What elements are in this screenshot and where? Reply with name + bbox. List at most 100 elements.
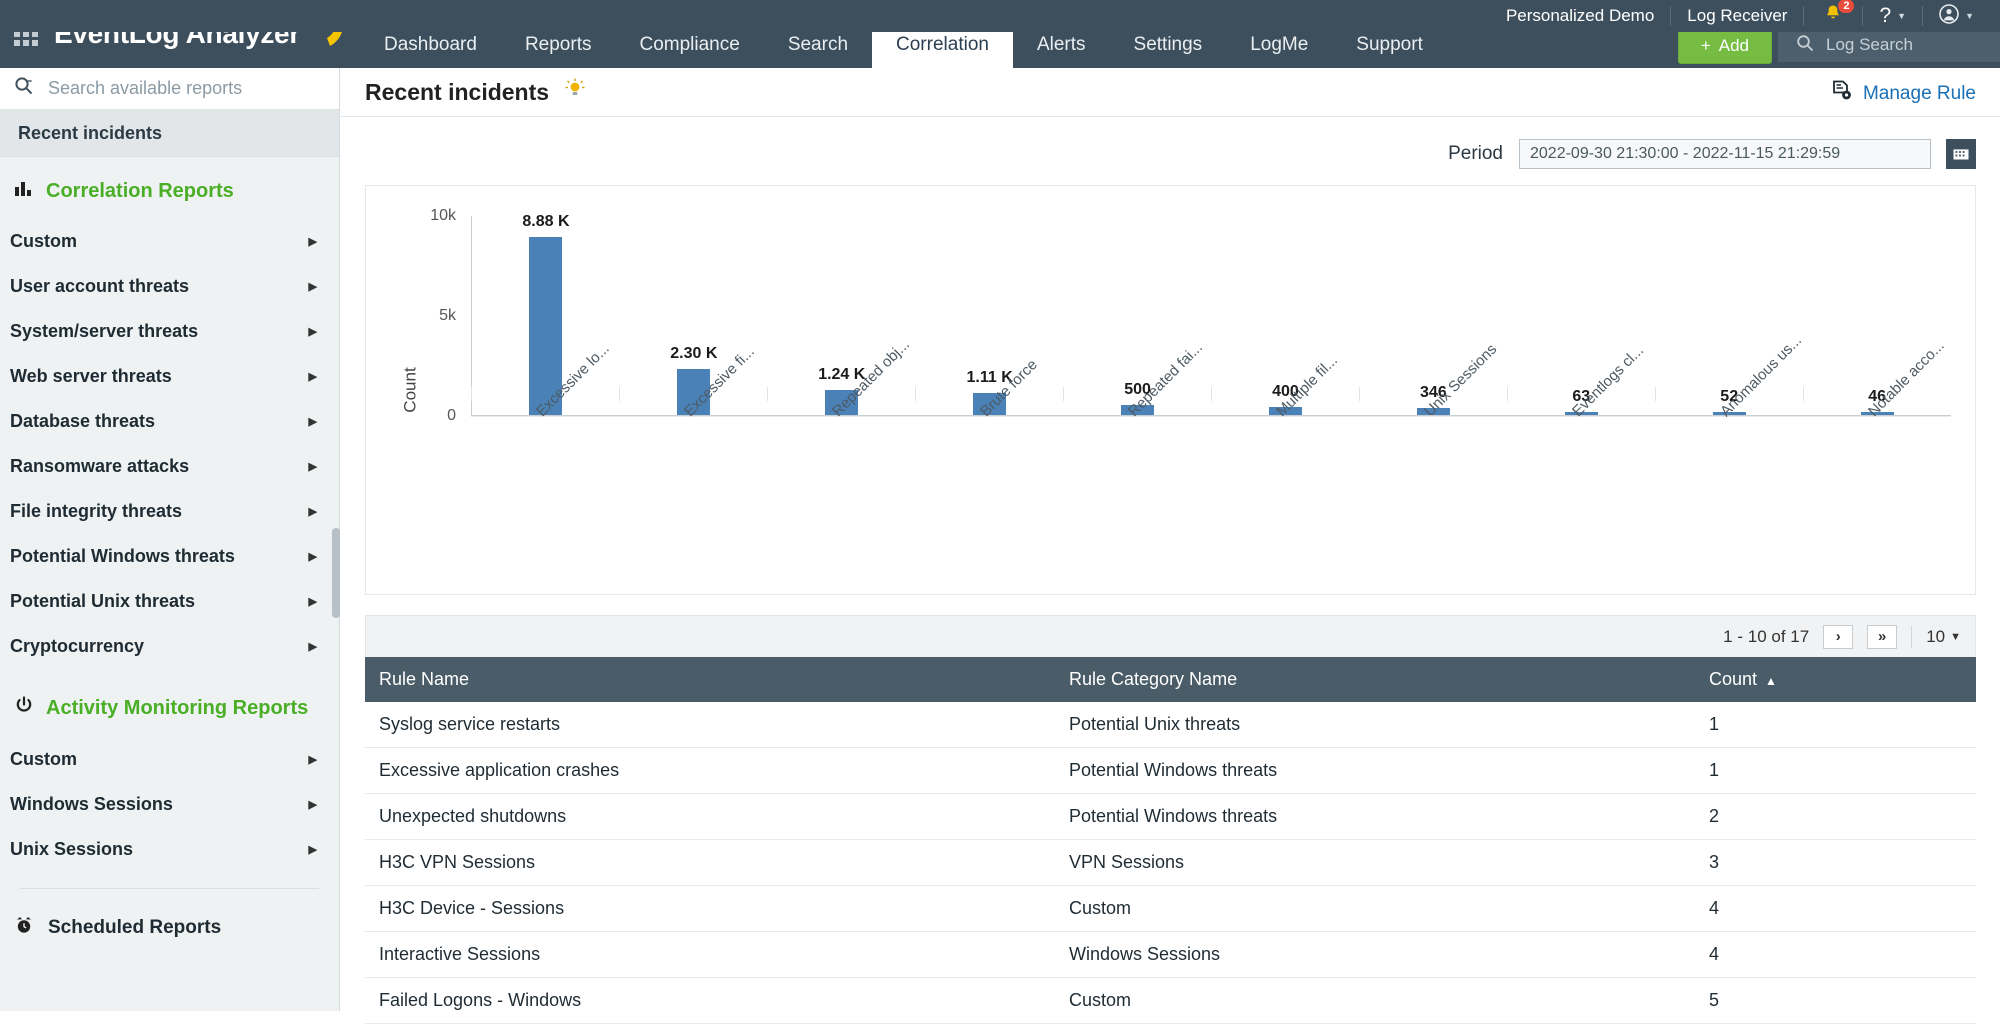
sidebar-item-recent-incidents[interactable]: Recent incidents (0, 110, 339, 157)
cell-rule-name: Unexpected shutdowns (365, 794, 1055, 840)
power-icon (14, 695, 34, 721)
table-toolbar: 1 - 10 of 17 › » 10 ▼ (365, 615, 1976, 657)
reports-search-input[interactable]: Search available reports (0, 68, 339, 110)
table-row[interactable]: Unexpected shutdownsPotential Windows th… (365, 794, 1976, 840)
table-row[interactable]: Excessive application crashesPotential W… (365, 748, 1976, 794)
manage-rule-label: Manage Rule (1863, 83, 1976, 105)
sidebar-item-unix-sessions[interactable]: Unix Sessions ▶ (0, 827, 339, 872)
sort-ascending-icon: ▲ (1765, 674, 1777, 688)
chevron-right-icon: ▶ (309, 753, 317, 766)
period-input[interactable]: 2022-09-30 21:30:00 - 2022-11-15 21:29:5… (1519, 139, 1931, 169)
chart-bar-column[interactable]: 2.30 K (620, 216, 768, 415)
chart-bar-column[interactable]: 8.88 K (472, 216, 620, 415)
help-menu[interactable]: ? ▼ (1863, 0, 1922, 32)
cell-rule-category: Windows Sessions (1055, 932, 1695, 978)
reports-search-placeholder: Search available reports (48, 78, 242, 99)
cell-rule-category: Custom (1055, 886, 1695, 932)
table-row[interactable]: H3C VPN SessionsVPN Sessions3 (365, 840, 1976, 886)
log-receiver-link[interactable]: Log Receiver (1671, 0, 1803, 32)
chart-tick-separator (1359, 387, 1360, 401)
lightbulb-icon[interactable] (565, 78, 585, 106)
sidebar-item-ransomware-attacks[interactable]: Ransomware attacks ▶ (0, 444, 339, 489)
column-header-rule-category-name[interactable]: Rule Category Name (1055, 657, 1695, 702)
sidebar-item-scheduled-reports[interactable]: Scheduled Reports (0, 889, 339, 941)
table-row[interactable]: Interactive SessionsWindows Sessions4 (365, 932, 1976, 978)
incidents-bar-chart: Count 10k 5k 0 8.88 K2.30 K1.24 K1.11 K5… (365, 185, 1976, 595)
sidebar-item-potential-windows-threats[interactable]: Potential Windows threats ▶ (0, 534, 339, 579)
cell-rule-name: Syslog service restarts (365, 702, 1055, 748)
plus-icon: + (1701, 36, 1711, 56)
log-search-input[interactable]: Log Search (1778, 28, 2000, 62)
chart-bar-column[interactable]: 52 (1655, 216, 1803, 415)
cell-rule-category: Potential Windows threats (1055, 748, 1695, 794)
correlation-reports-header: Correlation Reports (0, 157, 339, 219)
sidebar-item-file-integrity-threats[interactable]: File integrity threats ▶ (0, 489, 339, 534)
sidebar-item-custom[interactable]: Custom ▶ (0, 219, 339, 264)
chart-bar-column[interactable]: 1.24 K (768, 216, 916, 415)
table-row[interactable]: Failed Logons - WindowsCustom5 (365, 978, 1976, 1024)
chart-bar-value-label: 2.30 K (670, 345, 717, 363)
chart-bar-column[interactable]: 1.11 K (916, 216, 1064, 415)
manage-rule-icon (1831, 80, 1853, 108)
sidebar-item-database-threats[interactable]: Database threats ▶ (0, 399, 339, 444)
table-header-row: Rule Name Rule Category Name Count▲ (365, 657, 1976, 702)
sidebar-item-label: User account threats (10, 276, 189, 297)
sidebar-item-user-account-threats[interactable]: User account threats ▶ (0, 264, 339, 309)
cell-rule-category: Custom (1055, 978, 1695, 1024)
chevron-right-icon: ▶ (309, 843, 317, 856)
chevron-right-icon: ▶ (309, 460, 317, 473)
notifications-button[interactable]: 2 (1804, 0, 1862, 32)
chart-bar-column[interactable]: 500 (1064, 216, 1212, 415)
sidebar-item-potential-unix-threats[interactable]: Potential Unix threats ▶ (0, 579, 339, 624)
sidebar-item-cryptocurrency[interactable]: Cryptocurrency ▶ (0, 624, 339, 669)
page-title: Recent incidents (365, 79, 549, 106)
chart-tick-separator (619, 387, 620, 401)
activity-monitoring-reports-header: Activity Monitoring Reports (0, 669, 339, 737)
last-page-button[interactable]: » (1867, 625, 1897, 649)
chart-bar-column[interactable]: 63 (1507, 216, 1655, 415)
personalized-demo-link[interactable]: Personalized Demo (1490, 0, 1670, 32)
user-avatar-icon (1939, 4, 1959, 29)
utility-bar: Personalized Demo Log Receiver 2 ? ▼ ▼ (0, 0, 2000, 32)
manage-rule-link[interactable]: Manage Rule (1831, 80, 1976, 108)
cell-count: 1 (1695, 702, 1976, 748)
sidebar-item-system-server-threats[interactable]: System/server threats ▶ (0, 309, 339, 354)
chart-tick-separator (1507, 387, 1508, 401)
cell-rule-name: Interactive Sessions (365, 932, 1055, 978)
sidebar-item-label: Custom (10, 231, 77, 252)
chevron-right-icon: ▶ (309, 325, 317, 338)
y-tick: 10k (430, 207, 456, 225)
sidebar-item-activity-custom[interactable]: Custom ▶ (0, 737, 339, 782)
chart-y-axis-ticks: 10k 5k 0 (406, 186, 456, 594)
add-button[interactable]: + Add (1678, 28, 1772, 64)
log-search-placeholder: Log Search (1826, 35, 1913, 55)
chart-bar-column[interactable]: 400 (1212, 216, 1360, 415)
period-filter: Period 2022-09-30 21:30:00 - 2022-11-15 … (341, 117, 2000, 185)
chart-bar-column[interactable]: 346 (1359, 216, 1507, 415)
sidebar-item-windows-sessions[interactable]: Windows Sessions ▶ (0, 782, 339, 827)
cell-rule-category: Potential Unix threats (1055, 702, 1695, 748)
table-row[interactable]: H3C Device - SessionsCustom4 (365, 886, 1976, 932)
sidebar-item-label: Recent incidents (18, 123, 162, 144)
sidebar-item-label: Ransomware attacks (10, 456, 189, 477)
column-header-rule-name[interactable]: Rule Name (365, 657, 1055, 702)
cell-count: 3 (1695, 840, 1976, 886)
page-size-selector[interactable]: 10 ▼ (1926, 627, 1961, 647)
sidebar-scrollbar-thumb[interactable] (332, 528, 340, 618)
table-header: Rule Name Rule Category Name Count▲ (365, 657, 1976, 702)
chart-bar-column[interactable]: 46 (1803, 216, 1951, 415)
chevron-right-icon: ▶ (309, 505, 317, 518)
table-row[interactable]: Syslog service restartsPotential Unix th… (365, 702, 1976, 748)
period-label: Period (1448, 143, 1503, 165)
sidebar-item-web-server-threats[interactable]: Web server threats ▶ (0, 354, 339, 399)
chevron-right-icon: ▶ (309, 235, 317, 248)
chart-bar-value-label: 8.88 K (522, 213, 569, 231)
bar-chart-icon (14, 179, 34, 203)
chart-tick-separator (471, 387, 472, 401)
column-header-count[interactable]: Count▲ (1695, 657, 1976, 702)
next-page-button[interactable]: › (1823, 625, 1853, 649)
calendar-button[interactable] (1946, 139, 1976, 169)
user-menu[interactable]: ▼ (1923, 0, 1990, 32)
calendar-icon (1952, 143, 1970, 166)
sidebar-item-label: Potential Windows threats (10, 546, 235, 567)
